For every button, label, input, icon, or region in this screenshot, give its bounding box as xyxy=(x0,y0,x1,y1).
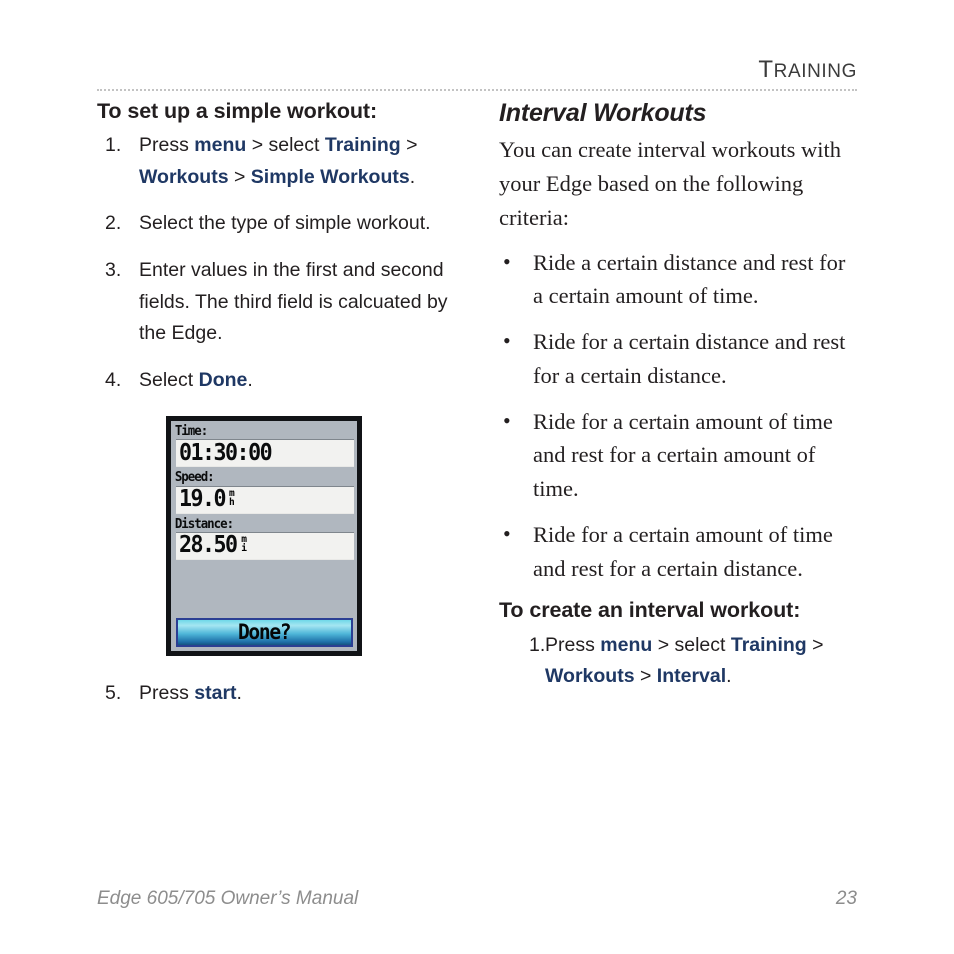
step-text-run: . xyxy=(726,665,732,688)
ui-term: Workouts xyxy=(139,165,229,188)
device-done-button-label: Done? xyxy=(238,620,292,645)
device-field-label-speed: Speed: xyxy=(174,469,215,486)
running-head-initial: T xyxy=(758,56,774,83)
step-text-run: . xyxy=(236,682,242,705)
page-header: TRAINING xyxy=(97,58,857,91)
device-field-value-distance: 28.50 xyxy=(179,532,238,559)
step-text-run: . xyxy=(247,368,253,391)
step-text: Select Done. xyxy=(139,369,253,391)
list-item: Ride a certain distance and rest for a c… xyxy=(499,245,859,314)
step-text: Press menu > select Training > Workouts … xyxy=(139,134,418,188)
list-item: Press menu > select Training > Workouts … xyxy=(499,630,859,693)
step-text-run: Select the type of simple workout. xyxy=(139,212,431,235)
list-item: Press start. xyxy=(97,678,477,710)
ui-term: Simple Workouts xyxy=(250,165,410,188)
step-text: Enter values in the first and second fie… xyxy=(139,259,448,344)
step-text: Press start. xyxy=(139,682,242,704)
running-head-rest: RAINING xyxy=(773,61,857,82)
step-text-run: > select xyxy=(652,633,731,656)
ui-term: Training xyxy=(324,134,401,157)
step-text-run: > xyxy=(228,165,251,188)
edge-device-screen: Time: 01:30:00 Speed: 19.0 m h Distance: 2… xyxy=(166,416,362,657)
step-text-run: > xyxy=(400,134,418,157)
ui-term: Done xyxy=(198,368,248,391)
step-text: Select the type of simple workout. xyxy=(139,212,431,234)
device-button-area: Done? xyxy=(173,618,355,649)
unit-denominator: i xyxy=(241,542,247,554)
right-column: Interval Workouts You can create interva… xyxy=(499,98,859,693)
left-column: To set up a simple workout: Press menu >… xyxy=(97,98,477,710)
footer-manual-title: Edge 605/705 Owner’s Manual xyxy=(97,888,359,909)
device-screen-inner: Time: 01:30:00 Speed: 19.0 m h Distance: 2… xyxy=(173,423,355,650)
list-item: Ride for a certain distance and rest for… xyxy=(499,324,859,393)
device-field-label-distance: Distance: xyxy=(174,515,234,532)
step-text-run: Select xyxy=(139,368,199,391)
device-field-value-time: 01:30:00 xyxy=(179,439,273,466)
device-done-button[interactable]: Done? xyxy=(176,618,353,648)
right-section-heading: Interval Workouts xyxy=(499,99,707,127)
interval-criteria-list: Ride a certain distance and rest for a c… xyxy=(499,245,859,586)
list-item: Press menu > select Training > Workouts … xyxy=(97,130,477,193)
list-item: Ride for a certain amount of time and re… xyxy=(499,404,859,506)
device-field-value-speed: 19.0 xyxy=(179,486,227,513)
ui-term: Training xyxy=(730,633,807,656)
right-subsection-heading: To create an interval workout: xyxy=(499,598,801,623)
device-field-time[interactable]: 01:30:00 xyxy=(176,439,354,468)
step-text-run: > select xyxy=(246,134,325,157)
device-empty-area xyxy=(173,562,355,618)
page-footer: Edge 605/705 Owner’s Manual 23 xyxy=(97,888,857,910)
device-field-unit-speed: mh xyxy=(229,488,235,508)
device-field-unit-distance: mi xyxy=(241,535,247,554)
ui-term: Interval xyxy=(656,665,727,688)
step-text-run: Enter values in the first and second fie… xyxy=(139,258,448,345)
manual-page: TRAINING To set up a simple workout: Pre… xyxy=(0,0,954,954)
unit-denominator: h xyxy=(229,496,235,508)
list-item: Select Done. xyxy=(97,365,477,397)
header-divider xyxy=(97,89,857,91)
footer-page-number: 23 xyxy=(835,888,857,909)
ui-term: menu xyxy=(600,633,653,656)
list-item: Select the type of simple workout. xyxy=(97,208,477,240)
ui-term: start xyxy=(194,682,237,705)
step-text: Press menu > select Training > Workouts … xyxy=(545,634,824,688)
interval-workout-steps: Press menu > select Training > Workouts … xyxy=(499,630,859,693)
simple-workout-final-step: Press start. xyxy=(97,678,477,710)
step-text-run: > xyxy=(806,633,824,656)
step-text-run: Press xyxy=(545,633,601,656)
device-field-distance[interactable]: 28.50 m i xyxy=(176,531,354,560)
list-item: Enter values in the first and second fie… xyxy=(97,255,477,350)
step-text-run: . xyxy=(409,165,416,188)
step-text-run: Press xyxy=(139,134,195,157)
ui-term: Workouts xyxy=(545,665,635,688)
step-text-run: > xyxy=(634,665,657,688)
ui-term: menu xyxy=(194,134,247,157)
simple-workout-steps: Press menu > select Training > Workouts … xyxy=(97,130,477,396)
step-text-run: Press xyxy=(139,682,195,705)
device-field-speed[interactable]: 19.0 m h xyxy=(176,485,354,514)
device-field-label-time: Time: xyxy=(174,423,208,440)
interval-intro-paragraph: You can create interval workouts with yo… xyxy=(499,137,842,231)
running-head-title: TRAINING xyxy=(97,58,857,82)
device-screenshot-figure: Time: 01:30:00 Speed: 19.0 m h Distance: 2… xyxy=(166,416,372,657)
left-section-heading: To set up a simple workout: xyxy=(97,99,378,123)
list-item: Ride for a certain amount of time and re… xyxy=(499,517,859,586)
